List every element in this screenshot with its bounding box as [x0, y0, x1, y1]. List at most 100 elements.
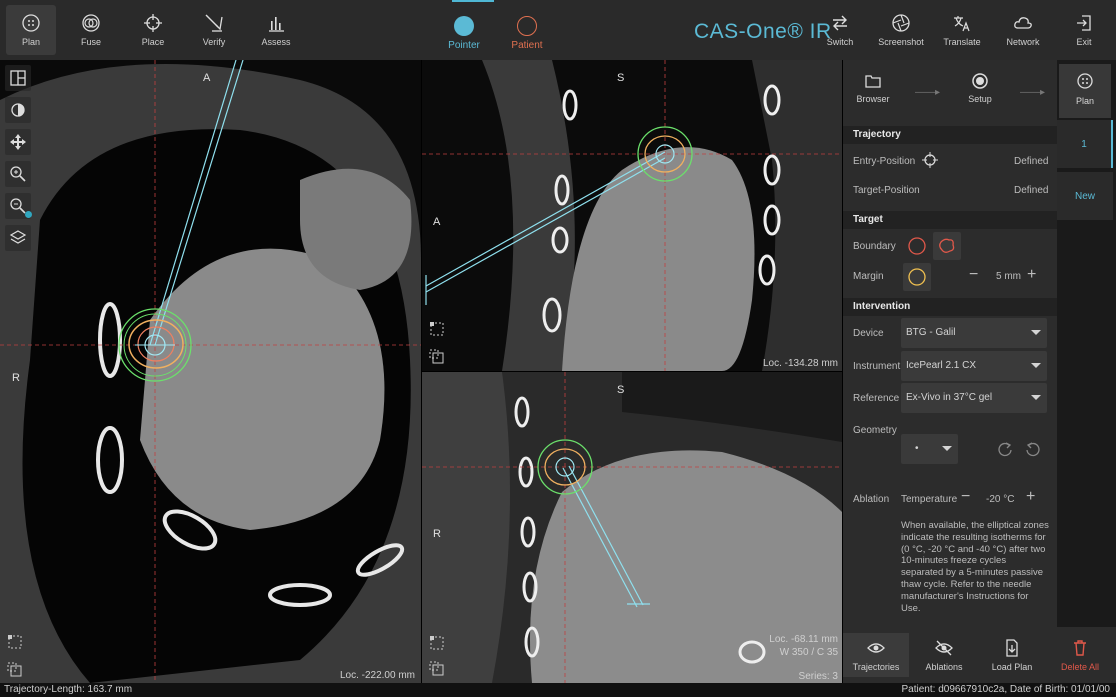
translate-icon	[954, 16, 970, 32]
pointer-dot-icon	[454, 16, 474, 36]
top-toolbar: Plan Fuse Place Verify Assess Pointer Pa…	[0, 0, 1116, 60]
indicator-dot-icon	[25, 211, 32, 218]
instrument-label: Instrument	[853, 361, 901, 372]
fuse-button[interactable]: Fuse	[66, 5, 116, 55]
translate-button[interactable]: Translate	[937, 5, 987, 55]
device-value: BTG - Galil	[906, 327, 956, 338]
intervention-section-header: Intervention	[843, 298, 1057, 316]
boundary-freeform-button[interactable]	[933, 232, 961, 260]
margin-value: 5 mm	[996, 271, 1021, 282]
action-bar: Trajectories Ablations Load Plan Delete …	[843, 627, 1116, 683]
zoom-in-tool-button[interactable]	[5, 161, 31, 187]
planning-panel: Browser ——▸ Setup ——▸ Trajectory Entry-P…	[843, 60, 1057, 627]
reference-value: Ex-Vivo in 37°C gel	[906, 392, 993, 403]
trajectory-section-header: Trajectory	[843, 126, 1057, 144]
coronal-series: Series: 3	[798, 671, 838, 682]
zoom-out-tool-button[interactable]	[5, 193, 32, 219]
coronal-location: Loc. -68.11 mm	[769, 634, 838, 645]
aperture-icon	[892, 14, 910, 32]
switch-button[interactable]: Switch	[815, 5, 865, 55]
sagittal-orientation-top: S	[617, 72, 625, 84]
coronal-expand-icon[interactable]	[428, 660, 446, 678]
load-plan-button[interactable]: Load Plan	[979, 633, 1045, 677]
layers-tool-button[interactable]	[5, 225, 31, 251]
instrument-select[interactable]: IcePearl 2.1 CX	[901, 351, 1047, 381]
viewport-expand-icon[interactable]	[6, 661, 24, 679]
trajectory-length: Trajectory-Length: 163.7 mm	[4, 684, 133, 695]
plan-icon	[22, 14, 40, 32]
trajectories-label: Trajectories	[852, 661, 900, 672]
entry-position-value: Defined	[1014, 156, 1049, 167]
exit-label: Exit	[1076, 37, 1092, 47]
boundary-label: Boundary	[853, 241, 896, 252]
pan-tool-button[interactable]	[5, 129, 31, 155]
temperature-decrease-button[interactable]: −	[961, 488, 970, 506]
patient-info: Patient: d09667910c2a, Date of Birth: 01…	[901, 684, 1111, 695]
target-section-header: Target	[843, 211, 1057, 229]
pointer-mode-button[interactable]: Pointer	[434, 16, 494, 51]
coronal-window-level: W 350 / C 35	[779, 647, 838, 658]
sagittal-viewport[interactable]: S A Loc. -134.28 mm	[422, 60, 842, 371]
new-trajectory-tab[interactable]: New	[1057, 172, 1113, 220]
trash-icon	[1074, 639, 1086, 656]
place-button[interactable]: Place	[128, 5, 178, 55]
ablations-label: Ablations	[925, 661, 963, 672]
ablations-button[interactable]: Ablations	[911, 633, 977, 677]
temperature-value: -20 °C	[986, 494, 1015, 505]
verify-button[interactable]: Verify	[189, 5, 239, 55]
device-select[interactable]: BTG - Galil	[901, 318, 1047, 348]
layout-tool-button[interactable]	[5, 65, 31, 91]
freeform-shape-icon	[939, 238, 955, 253]
axial-orientation-left: R	[12, 372, 20, 384]
plan-step[interactable]: Plan	[1059, 64, 1111, 118]
temperature-increase-button[interactable]: +	[1026, 488, 1035, 506]
patient-mode-button[interactable]: Patient	[497, 16, 557, 51]
cloud-icon	[1014, 17, 1032, 29]
reference-label: Reference	[853, 393, 900, 404]
fuse-label: Fuse	[80, 37, 101, 47]
place-label: Place	[141, 37, 165, 47]
delete-all-button[interactable]: Delete All	[1047, 633, 1113, 677]
zoom-in-icon	[10, 166, 26, 182]
trajectory-tab-1[interactable]: 1	[1057, 120, 1113, 168]
margin-increase-button[interactable]: +	[1027, 266, 1036, 284]
arrow-right-icon: ——▸	[915, 87, 941, 98]
network-button[interactable]: Network	[998, 5, 1048, 55]
margin-decrease-button[interactable]: −	[969, 266, 978, 284]
active-indicator	[452, 0, 494, 2]
plan-button[interactable]: Plan	[6, 5, 56, 55]
coronal-layout-icon[interactable]	[428, 634, 446, 652]
translate-label: Translate	[943, 37, 981, 47]
sagittal-layout-icon[interactable]	[428, 320, 446, 338]
setup-step[interactable]: Setup	[950, 66, 1010, 104]
viewport-layout-icon[interactable]	[6, 633, 24, 651]
brand-logo: CAS-One® IR	[694, 20, 832, 43]
contrast-tool-button[interactable]	[5, 97, 31, 123]
left-tool-strip	[5, 65, 32, 257]
sagittal-expand-icon[interactable]	[428, 348, 446, 366]
margin-circle-icon	[908, 268, 926, 286]
setup-icon	[972, 73, 988, 89]
device-label: Device	[853, 328, 884, 339]
fuse-icon	[82, 14, 100, 32]
circle-shape-icon	[908, 237, 926, 255]
axial-viewport[interactable]: A R Loc. -222.00 mm	[0, 60, 421, 683]
verify-label: Verify	[202, 37, 226, 47]
coronal-viewport[interactable]: S R Loc. -68.11 mm W 350 / C 35 Series: …	[422, 372, 842, 683]
trajectories-button[interactable]: Trajectories	[843, 633, 909, 677]
assess-button[interactable]: Assess	[251, 5, 301, 55]
rotate-right-icon[interactable]	[1025, 441, 1041, 457]
boundary-circle-button[interactable]	[903, 232, 931, 260]
delete-all-label: Delete All	[1060, 661, 1100, 672]
geometry-label: Geometry	[853, 425, 897, 436]
eye-off-icon	[935, 640, 953, 655]
target-crosshair-icon[interactable]	[922, 152, 938, 168]
geometry-select[interactable]: •	[901, 434, 958, 464]
rotate-left-icon[interactable]	[997, 441, 1013, 457]
screenshot-button[interactable]: Screenshot	[876, 5, 926, 55]
screenshot-label: Screenshot	[878, 37, 924, 47]
reference-select[interactable]: Ex-Vivo in 37°C gel	[901, 383, 1047, 413]
exit-button[interactable]: Exit	[1059, 5, 1109, 55]
margin-shape-button[interactable]	[903, 263, 931, 291]
browser-step[interactable]: Browser	[843, 66, 903, 104]
